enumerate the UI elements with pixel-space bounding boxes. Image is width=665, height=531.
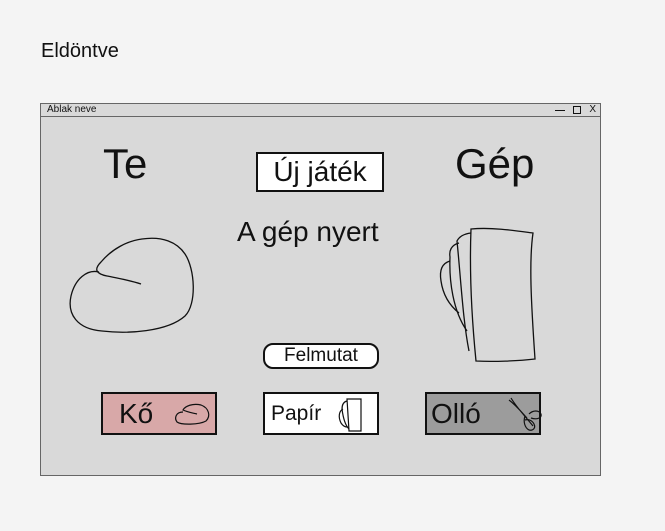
choice-paper-button[interactable]: Papír <box>263 392 379 435</box>
choice-paper-label: Papír <box>271 401 322 425</box>
choice-rock-label: Kő <box>119 397 154 429</box>
show-button[interactable]: Felmutat <box>263 343 379 369</box>
minimize-icon[interactable] <box>555 104 566 111</box>
computer-label: Gép <box>455 140 535 187</box>
page-heading: Eldöntve <box>41 40 119 62</box>
window-controls: X <box>555 104 596 116</box>
app-window: Ablak neve X Te Gép Új játék A gép nyert… <box>40 103 601 476</box>
choice-rock-button[interactable]: Kő <box>101 392 217 435</box>
maximize-icon[interactable] <box>573 106 582 114</box>
scissors-icon <box>508 397 542 431</box>
rock-hand-icon <box>69 237 194 333</box>
choice-scissors-button[interactable]: Olló <box>425 392 542 435</box>
result-text: A gép nyert <box>237 216 379 247</box>
window-title: Ablak neve <box>47 104 97 115</box>
player-label: Te <box>103 140 148 187</box>
close-icon[interactable]: X <box>589 104 596 116</box>
paper-icon <box>338 398 362 432</box>
new-game-button[interactable]: Új játék <box>256 152 384 192</box>
rock-icon <box>175 403 210 425</box>
paper-hand-icon <box>439 227 536 363</box>
choice-scissors-label: Olló <box>431 397 481 429</box>
window-titlebar[interactable]: Ablak neve X <box>41 104 600 117</box>
